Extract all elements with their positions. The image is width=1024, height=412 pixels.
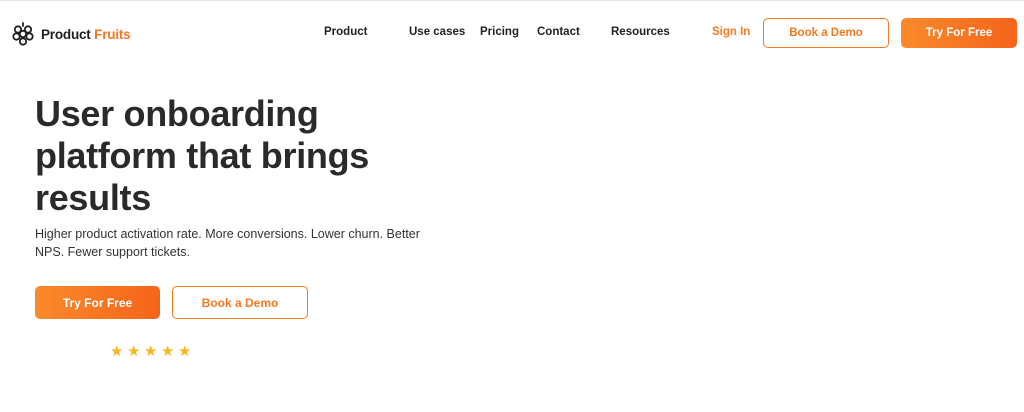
rating-stars: ★ ★ ★ ★ ★: [110, 344, 193, 359]
hero-subtext: Higher product activation rate. More con…: [35, 227, 420, 259]
star-icon: ★: [110, 342, 124, 360]
hero-headline: User onboarding platform that brings res…: [35, 93, 455, 219]
nav-pricing[interactable]: Pricing: [480, 26, 519, 38]
star-icon: ★: [178, 342, 192, 360]
nav-use-cases[interactable]: Use cases: [409, 26, 465, 38]
logo-text: Product Fruits: [41, 26, 131, 42]
headline-line-1: User onboarding: [35, 93, 319, 134]
hero-book-demo-button[interactable]: Book a Demo: [172, 286, 308, 319]
header-book-demo-button[interactable]: Book a Demo: [763, 18, 889, 48]
logo-word-fruits: Fruits: [94, 26, 131, 42]
star-icon: ★: [144, 342, 158, 360]
hero-try-free-button[interactable]: Try For Free: [35, 286, 160, 319]
nav-resources[interactable]: Resources: [611, 26, 670, 38]
star-icon: ★: [127, 342, 141, 360]
nav-contact[interactable]: Contact: [537, 26, 580, 38]
headline-line-2: platform that brings: [35, 135, 369, 176]
top-border: [0, 0, 1024, 1]
star-icon: ★: [161, 342, 175, 360]
logo-word-product: Product: [41, 26, 91, 42]
sign-in-link[interactable]: Sign In: [712, 26, 750, 38]
nav-product[interactable]: Product: [324, 26, 367, 38]
logo[interactable]: Product Fruits: [12, 22, 131, 46]
headline-line-3: results: [35, 177, 151, 218]
grapes-icon: [12, 22, 34, 46]
header-try-free-button[interactable]: Try For Free: [901, 18, 1017, 48]
